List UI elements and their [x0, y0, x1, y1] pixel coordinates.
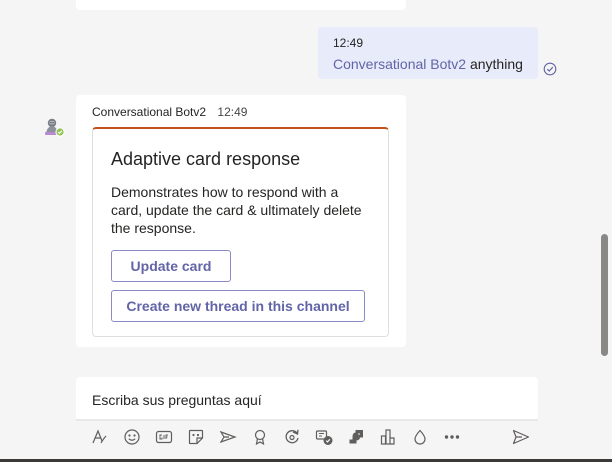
more-options-icon[interactable] [441, 426, 463, 448]
outgoing-timestamp: 12:49 [333, 36, 364, 50]
bot-mention[interactable]: Conversational Botv2 [333, 56, 466, 72]
apps-icon[interactable] [345, 426, 367, 448]
loop-icon[interactable] [281, 426, 303, 448]
outgoing-message[interactable]: 12:49 Conversational Botv2 anything [318, 27, 538, 79]
create-thread-button[interactable]: Create new thread in this channel [111, 290, 365, 322]
emoji-icon[interactable] [121, 426, 143, 448]
message-input[interactable] [92, 389, 512, 411]
send-icon[interactable] [510, 426, 532, 448]
adaptive-card: Adaptive card response Demonstrates how … [92, 127, 389, 337]
updates-icon[interactable] [409, 426, 431, 448]
previous-message-card [76, 0, 406, 10]
bot-avatar[interactable] [41, 114, 67, 140]
incoming-message: Conversational Botv2 12:49 Adaptive card… [76, 95, 406, 347]
message-header: Conversational Botv2 12:49 [92, 104, 247, 120]
approvals-icon[interactable] [313, 426, 335, 448]
chat-pane: 12:49 Conversational Botv2 anything Conv… [0, 0, 612, 462]
polls-icon[interactable] [377, 426, 399, 448]
scrollbar-thumb[interactable] [601, 234, 608, 356]
sticker-icon[interactable] [185, 426, 207, 448]
card-description: Demonstrates how to respond with a card,… [111, 184, 362, 236]
compose-box[interactable] [76, 377, 538, 421]
gif-icon[interactable] [153, 426, 175, 448]
card-title: Adaptive card response [111, 149, 301, 169]
meet-now-icon[interactable] [217, 426, 239, 448]
praise-icon[interactable] [249, 426, 271, 448]
outgoing-body: anything [469, 56, 523, 72]
format-icon[interactable] [88, 426, 110, 448]
update-card-button[interactable]: Update card [111, 250, 231, 282]
outgoing-text: Conversational Botv2 anything [333, 54, 523, 74]
incoming-timestamp: 12:49 [217, 105, 248, 119]
read-receipt-icon [543, 62, 557, 76]
sender-name[interactable]: Conversational Botv2 [92, 105, 206, 119]
compose-toolbar [86, 424, 606, 450]
